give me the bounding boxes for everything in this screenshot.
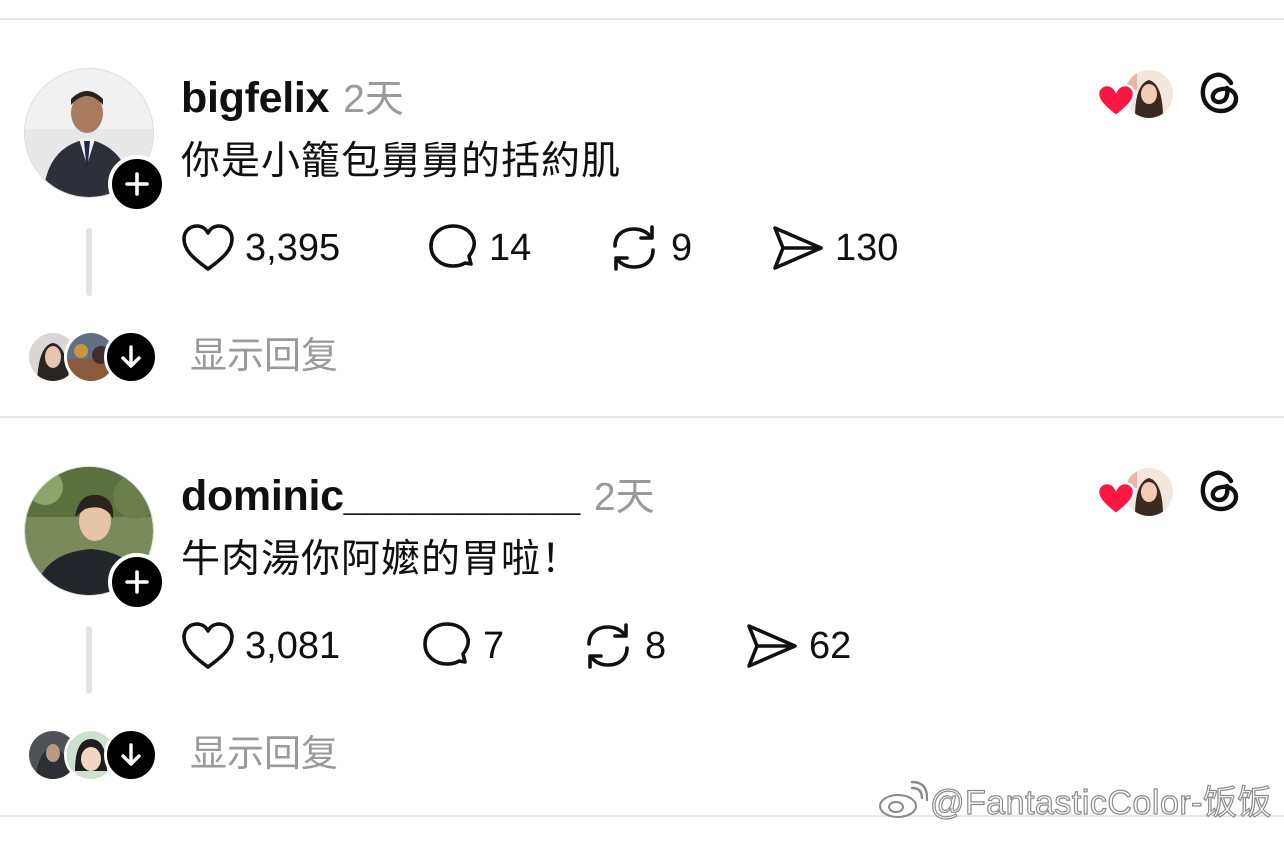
post-header: bigfelix 2天: [181, 68, 404, 122]
follow-button[interactable]: [108, 155, 166, 213]
username[interactable]: dominic__________: [181, 472, 580, 521]
show-replies-link[interactable]: 显示回复: [190, 728, 338, 780]
share-count: 130: [835, 226, 899, 269]
heart-icon: [182, 622, 234, 669]
comment-button[interactable]: 7: [421, 616, 504, 676]
threads-logo-icon[interactable]: [1196, 466, 1244, 514]
post-time: 2天: [593, 476, 655, 519]
comment-button[interactable]: 14: [427, 218, 531, 278]
expand-replies-button[interactable]: [104, 330, 158, 384]
watermark-text: @FantasticColor-饭饭: [929, 783, 1272, 822]
share-button[interactable]: 130: [771, 218, 898, 278]
follow-button[interactable]: [108, 553, 166, 611]
threads-logo-icon[interactable]: [1196, 68, 1244, 116]
send-icon: [747, 624, 797, 668]
heart-icon: [182, 224, 234, 271]
send-icon: [773, 226, 823, 270]
username[interactable]: bigfelix: [181, 74, 329, 123]
post-header: dominic__________ 2天: [181, 466, 655, 520]
show-replies-link[interactable]: 显示回复: [190, 330, 338, 382]
post-time: 2天: [343, 78, 404, 121]
comment-count: 14: [489, 226, 532, 269]
weibo-logo-icon: [878, 780, 928, 818]
like-count: 3,395: [245, 226, 341, 269]
post-divider: [0, 416, 1284, 418]
like-button[interactable]: 3,395: [181, 218, 340, 278]
top-divider: [0, 18, 1284, 20]
liked-by-author-indicator: [1097, 466, 1177, 518]
arrow-down-icon: [121, 345, 141, 368]
repost-button[interactable]: 8: [581, 616, 666, 676]
comment-count: 7: [483, 624, 505, 667]
post-text: 牛肉湯你阿嬤的胃啦！: [181, 537, 582, 582]
repost-icon: [587, 623, 629, 669]
expand-replies-button[interactable]: [104, 728, 158, 782]
repost-count: 9: [671, 226, 693, 269]
thread-line: [86, 626, 92, 694]
post-text: 你是小籠包舅舅的括約肌: [181, 139, 622, 184]
action-bar: 3,081 7 8 62: [181, 616, 1081, 676]
share-button[interactable]: 62: [745, 616, 851, 676]
weibo-watermark: @FantasticColor-饭饭: [876, 775, 1272, 824]
like-button[interactable]: 3,081: [181, 616, 340, 676]
show-replies-row[interactable]: 显示回复: [26, 330, 526, 384]
repost-count: 8: [645, 624, 667, 667]
action-bar: 3,395 14 9 130: [181, 218, 1081, 278]
show-replies-row[interactable]: 显示回复: [26, 728, 526, 782]
plus-icon: [125, 570, 149, 594]
thread-line: [86, 228, 92, 296]
comment-icon: [423, 622, 471, 666]
heart-icon: [1097, 482, 1135, 516]
heart-icon: [1097, 84, 1135, 118]
comment-icon: [429, 224, 477, 268]
arrow-down-icon: [121, 743, 141, 766]
repost-icon: [613, 225, 655, 271]
thread-post: bigfelix 2天 你是小籠包舅舅的括約肌 3,395 14 9 130 显…: [0, 68, 1284, 466]
repost-button[interactable]: 9: [607, 218, 692, 278]
plus-icon: [125, 172, 149, 196]
liked-by-author-indicator: [1097, 68, 1177, 120]
like-count: 3,081: [245, 624, 341, 667]
share-count: 62: [809, 624, 852, 667]
